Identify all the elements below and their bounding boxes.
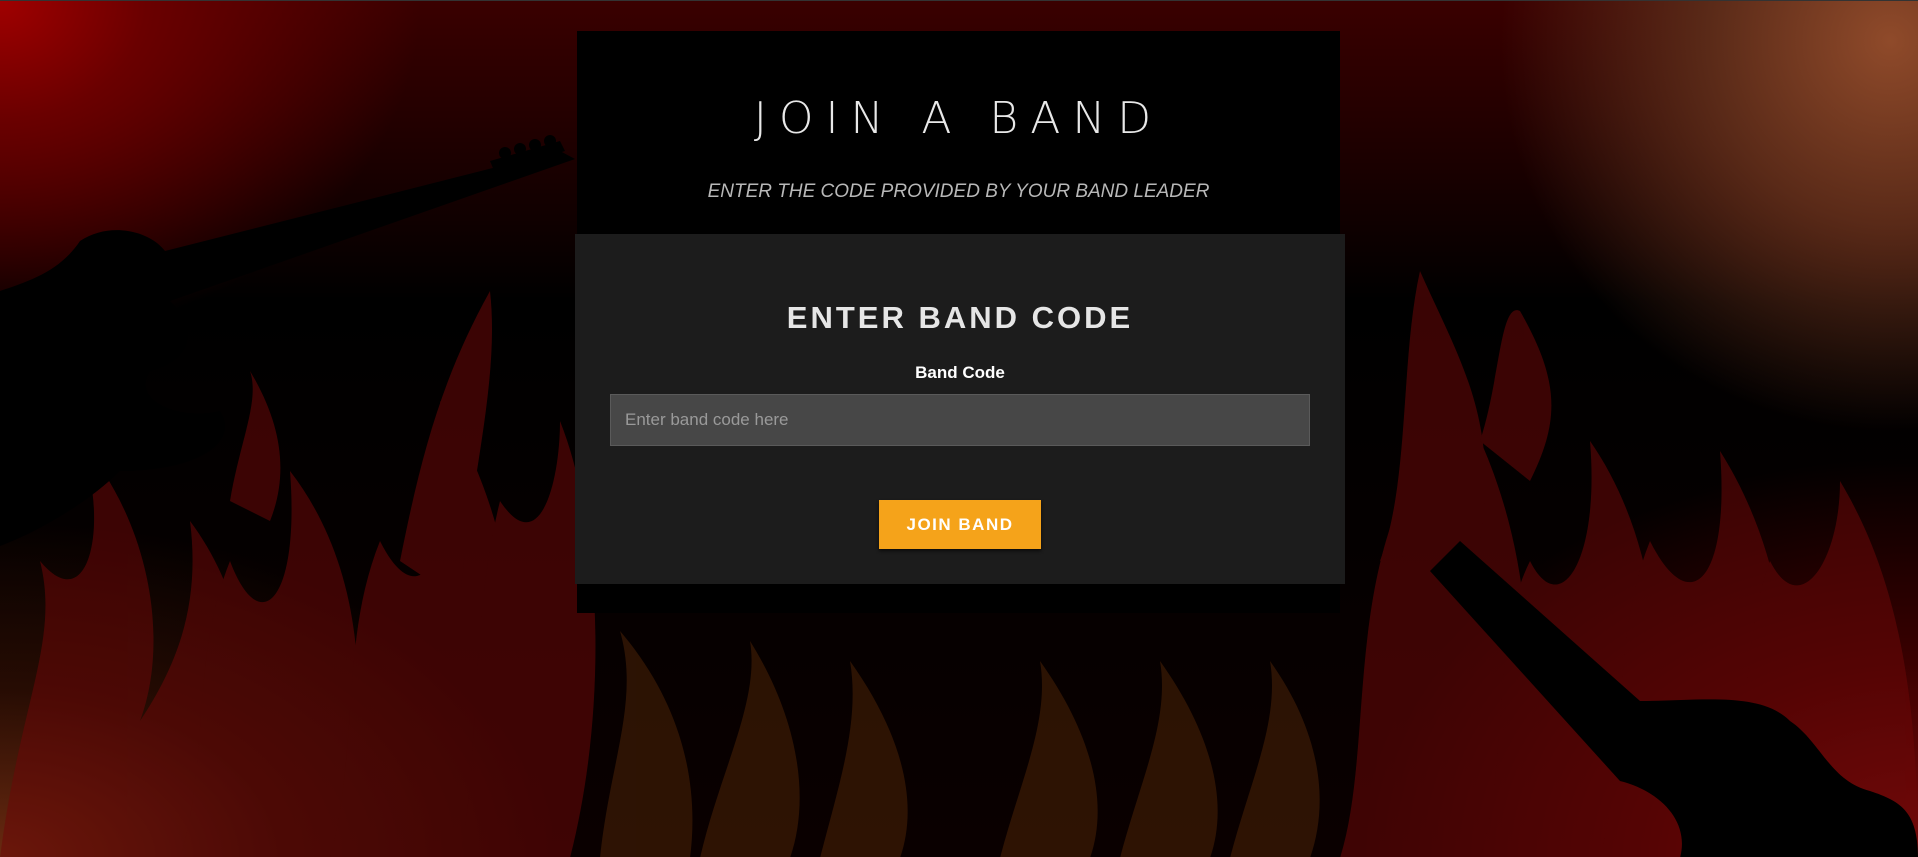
band-code-label: Band Code: [915, 363, 1005, 382]
join-band-button[interactable]: JOIN BAND: [879, 500, 1041, 549]
band-code-input[interactable]: [610, 394, 1310, 446]
page-subtitle: ENTER THE CODE PROVIDED BY YOUR BAND LEA…: [707, 181, 1210, 202]
form-heading: ENTER BAND CODE: [786, 300, 1134, 335]
band-code-form: ENTER BAND CODE Band Code JOIN BAND: [575, 234, 1345, 584]
page-title: JOIN A BAND: [753, 93, 1164, 144]
page-stage: JOIN A BAND ENTER THE CODE PROVIDED BY Y…: [0, 0, 1918, 857]
